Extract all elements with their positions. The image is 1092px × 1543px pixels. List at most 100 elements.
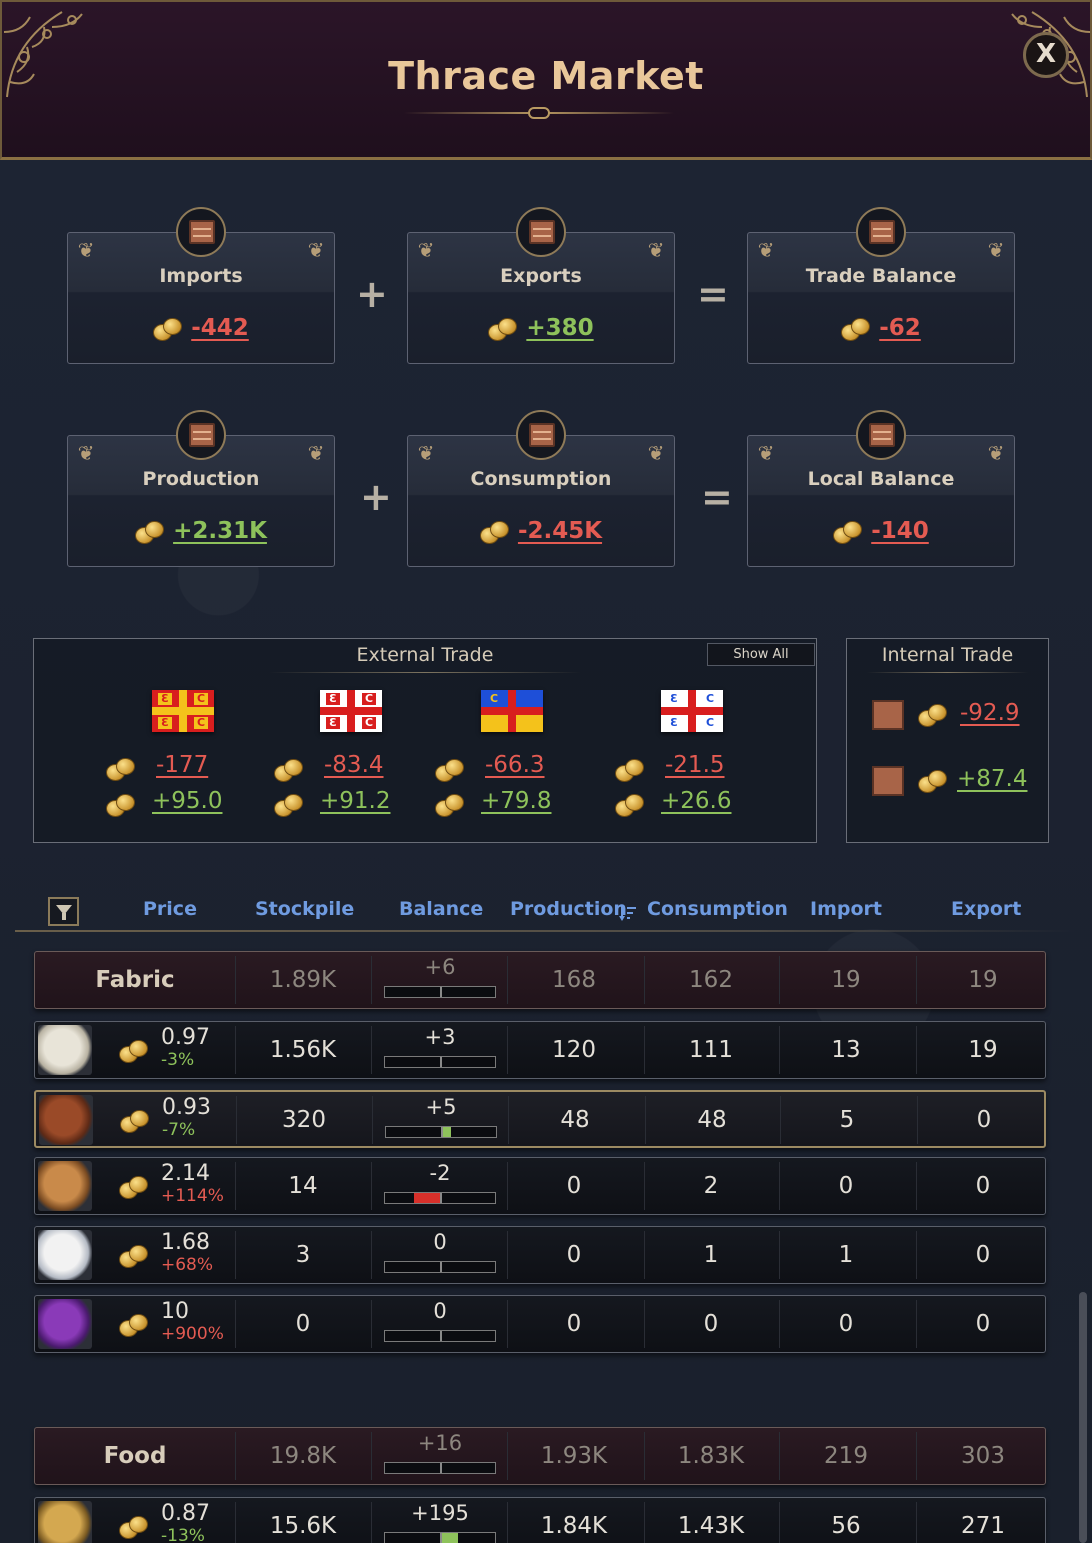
column-separator — [371, 1502, 372, 1543]
balance-bar — [384, 1056, 496, 1068]
flourish-icon: ❦ — [417, 441, 435, 465]
header-price[interactable]: Price — [143, 898, 197, 928]
consumption-cell: 48 — [697, 1107, 727, 1133]
price-change: -3% — [161, 1050, 195, 1070]
wool-icon — [38, 1025, 92, 1075]
equals-operator: = — [697, 272, 729, 316]
consumption-cell: 1.83K — [677, 1443, 745, 1469]
gold-coins-icon — [918, 704, 947, 727]
balance-value: +195 — [411, 1501, 469, 1525]
gold-coins-icon — [841, 317, 871, 341]
sort-descending-icon[interactable] — [619, 903, 637, 923]
summary-card-local-balance[interactable]: ❦ ❦ Local Balance -140 — [747, 410, 1015, 567]
price-change: +114% — [161, 1186, 224, 1206]
price-value: 0.87 — [161, 1501, 210, 1526]
flourish-icon: ❦ — [417, 238, 435, 262]
partner-export-value: +91.2 — [320, 788, 391, 814]
internal-trade-title: Internal Trade — [881, 644, 1014, 666]
price-value: 1.68 — [161, 1230, 210, 1255]
header-export[interactable]: Export — [951, 898, 1021, 928]
balance-bar-center — [440, 1331, 442, 1341]
table-row[interactable]: 2.14 +114% 14 0 2 0 0 -2 — [34, 1157, 1046, 1215]
table-row[interactable]: 0.97 -3% 1.56K 120 111 13 19 +3 — [34, 1021, 1046, 1079]
gold-coins-icon — [106, 794, 135, 817]
balance-cell: +3 — [384, 1022, 496, 1078]
summary-amount: -442 — [191, 315, 249, 341]
balance-bar-center — [440, 987, 442, 997]
column-separator — [372, 1096, 373, 1144]
wheat-icon — [38, 1501, 92, 1543]
flourish-icon: ❦ — [647, 238, 665, 262]
table-row[interactable]: 0.93 -7% 320 48 48 5 0 +5 — [34, 1090, 1046, 1148]
partner-import-value: -21.5 — [665, 752, 725, 778]
balance-bar — [384, 1192, 496, 1204]
summary-card-consumption[interactable]: ❦ ❦ Consumption -2.45K — [407, 410, 675, 567]
filter-button[interactable] — [48, 897, 79, 926]
header-production[interactable]: Production — [510, 898, 627, 928]
balance-bar-center — [441, 1127, 443, 1137]
header-consumption[interactable]: Consumption — [647, 898, 788, 928]
summary-card-imports[interactable]: ❦ ❦ Imports -442 — [67, 207, 335, 364]
fur-icon — [38, 1161, 92, 1211]
title-underline — [404, 107, 674, 119]
balance-value: +3 — [424, 1025, 456, 1049]
header-divider — [15, 930, 1075, 932]
price-value: 0.93 — [162, 1095, 211, 1120]
internal-export-value: +87.4 — [957, 766, 1028, 792]
white-cross-red-flag[interactable]: ƐCƐC — [320, 690, 382, 732]
category-row-fabric[interactable]: Fabric 1.89K 168 162 19 19 +6 — [34, 951, 1046, 1009]
balance-cell: +16 — [384, 1428, 496, 1484]
header-import[interactable]: Import — [810, 898, 882, 928]
production-cell: 48 — [560, 1107, 590, 1133]
gold-coins-icon — [119, 1516, 148, 1539]
table-row[interactable]: 0.87 -13% 15.6K 1.84K 1.43K 56 271 +195 — [34, 1497, 1046, 1543]
consumption-cell: 162 — [689, 967, 733, 993]
export-cell: 0 — [976, 1107, 992, 1133]
balance-value: +16 — [417, 1431, 463, 1455]
balance-cell: -2 — [384, 1158, 496, 1214]
price-cell: 0.97 -3% — [119, 1022, 237, 1078]
summary-card-trade-balance[interactable]: ❦ ❦ Trade Balance -62 — [747, 207, 1015, 364]
header-stockpile[interactable]: Stockpile — [255, 898, 354, 928]
balance-cell: +195 — [384, 1498, 496, 1543]
crate-icon — [872, 766, 904, 796]
price-change: -7% — [162, 1120, 196, 1140]
title-divider — [867, 672, 1028, 673]
table-row[interactable]: 1.68 +68% 3 0 1 1 0 0 — [34, 1226, 1046, 1284]
production-cell: 1.93K — [540, 1443, 608, 1469]
balance-bar-fill — [442, 1127, 451, 1137]
gold-coins-icon — [153, 317, 183, 341]
red-cross-blue-yellow-flag[interactable]: C — [481, 690, 543, 732]
red-cross-white-eagle-flag[interactable]: ƐCƐC — [661, 690, 723, 732]
show-all-button[interactable]: Show All — [707, 643, 815, 666]
red-cross-gold-flag[interactable]: ƐCƐC — [152, 690, 214, 732]
import-cell: 219 — [824, 1443, 868, 1469]
table-row[interactable]: 10 +900% 0 0 0 0 0 0 — [34, 1295, 1046, 1353]
consumption-cell: 0 — [703, 1311, 719, 1337]
balance-bar — [384, 1330, 496, 1342]
gold-coins-icon — [135, 520, 165, 544]
price-cell: 2.14 +114% — [119, 1158, 237, 1214]
stockpile-cell: 320 — [282, 1107, 326, 1133]
flourish-icon: ❦ — [757, 238, 775, 262]
balance-bar — [384, 986, 496, 998]
header-balance[interactable]: Balance — [399, 898, 483, 928]
balance-cell: +5 — [385, 1092, 497, 1148]
import-cell: 0 — [838, 1173, 854, 1199]
close-button[interactable]: X — [1023, 32, 1069, 78]
column-separator — [371, 1162, 372, 1210]
summary-card-exports[interactable]: ❦ ❦ Exports +380 — [407, 207, 675, 364]
flourish-icon: ❦ — [77, 441, 95, 465]
internal-import-value: -92.9 — [960, 700, 1020, 726]
gold-coins-icon — [119, 1040, 148, 1063]
category-row-food[interactable]: Food 19.8K 1.93K 1.83K 219 303 +16 — [34, 1427, 1046, 1485]
export-cell: 19 — [968, 1037, 998, 1063]
scrollbar[interactable] — [1079, 1292, 1087, 1543]
gold-coins-icon — [119, 1245, 148, 1268]
import-cell: 1 — [838, 1242, 854, 1268]
import-cell: 13 — [831, 1037, 861, 1063]
balance-bar — [384, 1261, 496, 1273]
internal-trade-panel: Internal Trade — [846, 638, 1049, 843]
flourish-icon: ❦ — [647, 441, 665, 465]
summary-card-production[interactable]: ❦ ❦ Production +2.31K — [67, 410, 335, 567]
